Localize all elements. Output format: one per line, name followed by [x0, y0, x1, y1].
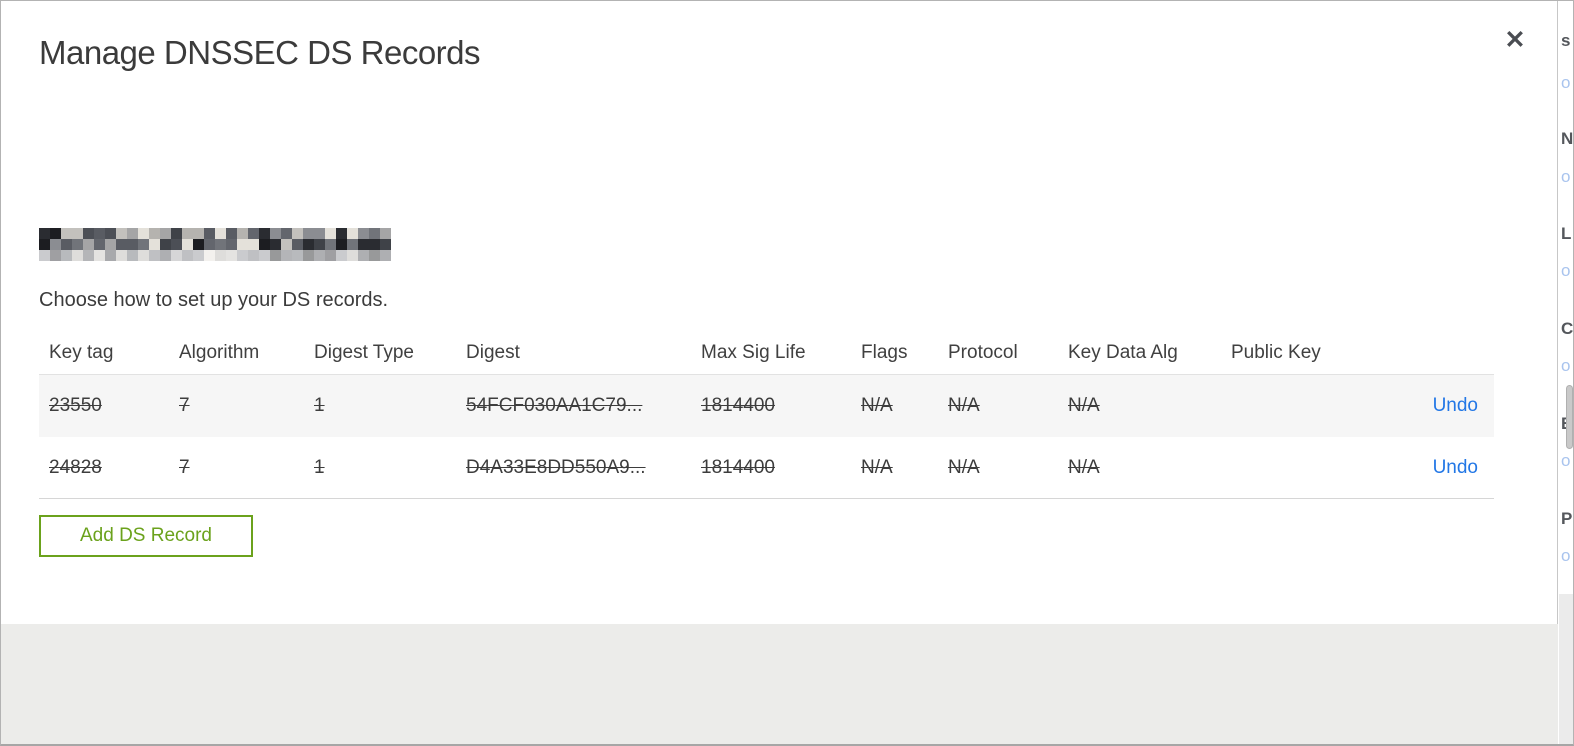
cell-max-sig-life: 1814400 — [701, 395, 775, 416]
cell-protocol: N/A — [948, 395, 980, 416]
redacted-domain-name — [39, 228, 391, 261]
close-icon[interactable]: ✕ — [1500, 25, 1530, 55]
background-text-fragment: N — [1561, 129, 1574, 148]
column-header: Flags — [861, 341, 908, 363]
background-scrollbar-thumb[interactable] — [1566, 385, 1573, 449]
background-page-footer — [1559, 594, 1573, 744]
background-text-fragment: o — [1561, 546, 1571, 565]
dialog-footer: Save Cancel — [1, 624, 1558, 744]
background-text-fragment: o — [1561, 356, 1571, 375]
background-text-fragment: o — [1561, 73, 1571, 92]
background-text-fragment: C — [1561, 319, 1574, 338]
screenshot-frame: Manage DNSSEC DS Records ✕ Choose how to… — [0, 0, 1574, 746]
background-text-fragment: o — [1561, 261, 1571, 280]
table-body: 23550 7 1 54FCF030AA1C79... 1814400 N/A N/A N/A… — [39, 374, 1494, 499]
column-header: Key Data Alg — [1068, 341, 1178, 363]
column-header: Digest Type — [314, 341, 414, 363]
column-header: Public Key — [1231, 341, 1321, 363]
cell-key-data-alg: N/A — [1068, 395, 1100, 416]
undo-link[interactable]: Undo — [1433, 457, 1478, 478]
cell-algorithm: 7 — [179, 395, 190, 416]
column-header: Key tag — [49, 341, 114, 363]
background-text-fragment: L — [1561, 224, 1572, 243]
column-header: Max Sig Life — [701, 341, 806, 363]
cell-digest: 54FCF030AA1C79... — [466, 395, 643, 416]
background-text-fragment: o — [1561, 167, 1571, 186]
dialog-title: Manage DNSSEC DS Records — [39, 34, 481, 71]
dnssec-ds-records-dialog: Manage DNSSEC DS Records ✕ Choose how to… — [1, 1, 1558, 744]
add-ds-record-button[interactable]: Add DS Record — [39, 515, 253, 557]
background-page-strip: soNoLoCoEoPo — [1559, 1, 1574, 744]
cell-key-tag: 24828 — [49, 456, 102, 478]
dialog-subtitle: Choose how to set up your DS records. — [39, 289, 389, 311]
background-text-fragment: P — [1561, 509, 1573, 528]
background-text-fragment: o — [1561, 451, 1571, 470]
cell-key-data-alg: N/A — [1068, 456, 1100, 478]
cell-digest-type: 1 — [314, 395, 325, 416]
column-header: Digest — [466, 341, 520, 363]
column-header: Algorithm — [179, 341, 260, 363]
cell-flags: N/A — [861, 395, 893, 416]
background-text-fragment: s — [1561, 31, 1571, 50]
cell-key-tag: 23550 — [49, 395, 102, 416]
table-row: 24828 7 1 D4A33E8DD550A9... 1814400 N/A N/A N/A… — [39, 437, 1494, 499]
ds-records-table: Key tag Algorithm Digest Type Digest Max Sig… — [39, 331, 1494, 499]
table-row: 23550 7 1 54FCF030AA1C79... 1814400 N/A N/A N/A… — [39, 374, 1494, 437]
cell-algorithm: 7 — [179, 456, 190, 478]
column-header: Protocol — [948, 341, 1018, 363]
cell-protocol: N/A — [948, 456, 980, 478]
cell-flags: N/A — [861, 456, 893, 478]
cell-max-sig-life: 1814400 — [701, 456, 775, 478]
undo-link[interactable]: Undo — [1433, 395, 1478, 416]
cell-digest-type: 1 — [314, 456, 325, 478]
table-header-row: Key tag Algorithm Digest Type Digest Max Sig… — [39, 331, 1494, 374]
cell-digest: D4A33E8DD550A9... — [466, 456, 646, 478]
